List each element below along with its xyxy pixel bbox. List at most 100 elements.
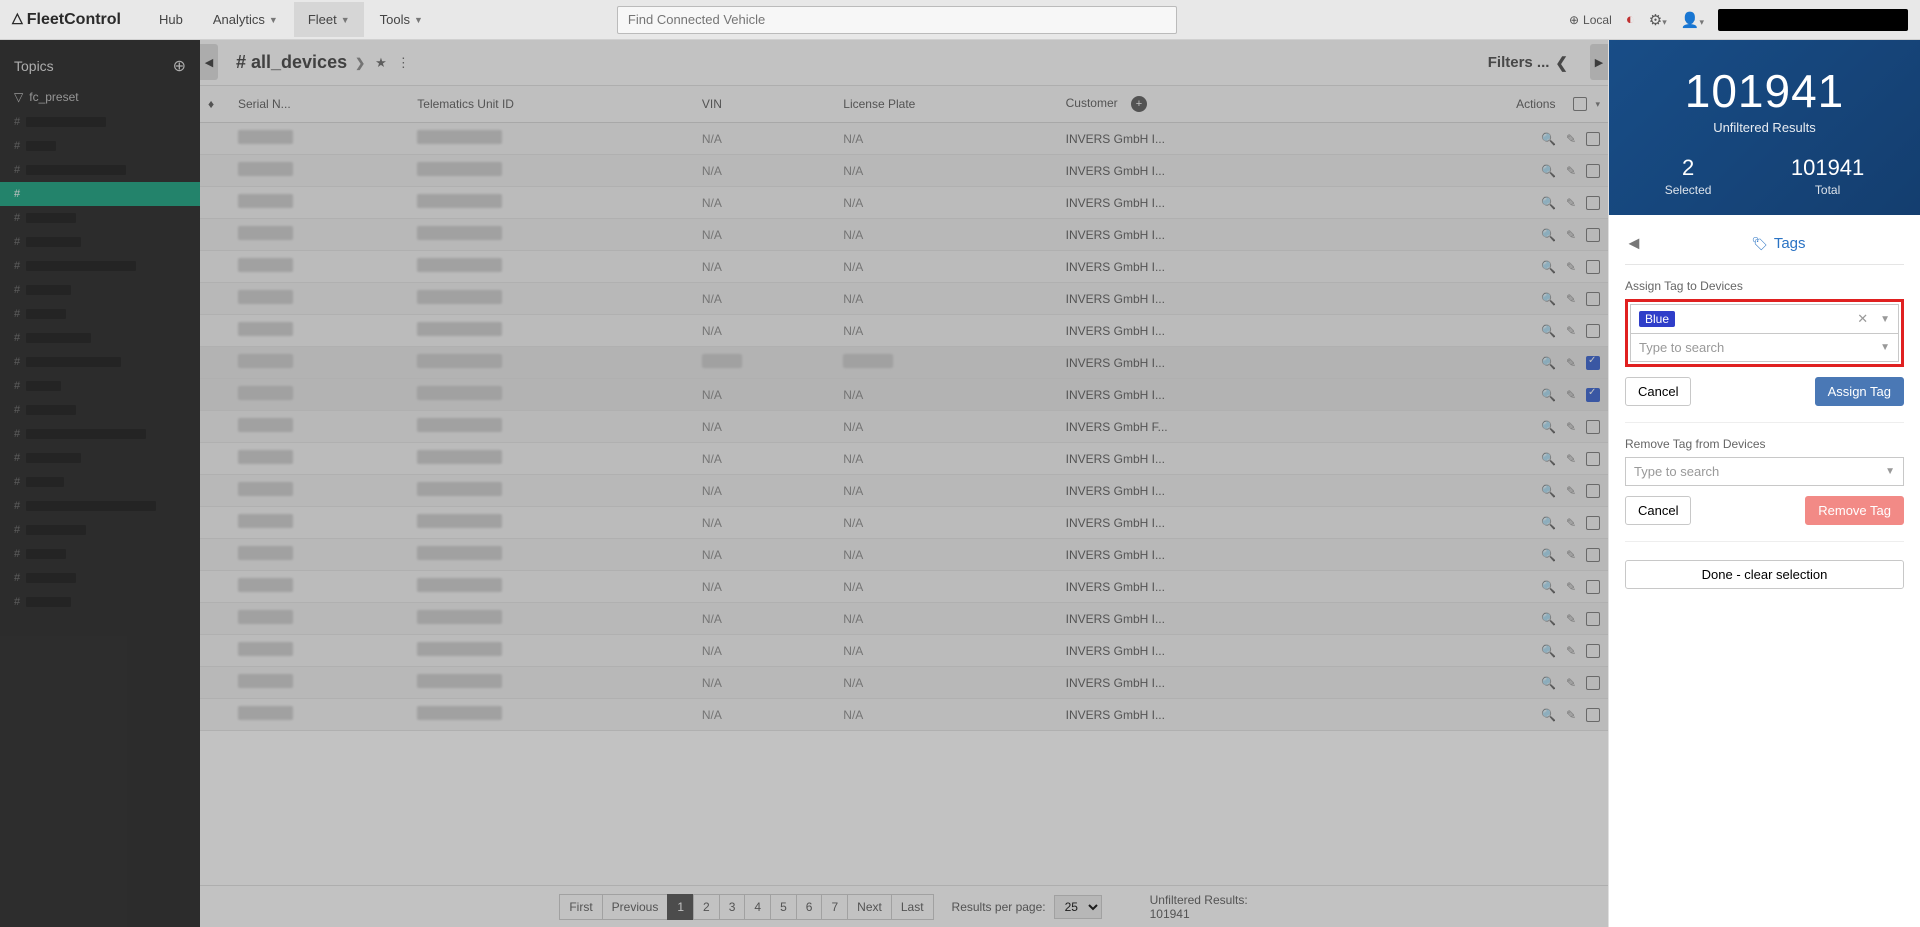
table-row[interactable]: N/AN/AINVERS GmbH I...🔍✎ [200, 251, 1608, 283]
row-edit-icon[interactable]: ✎ [1566, 452, 1576, 466]
sidebar-item[interactable]: # [0, 422, 200, 446]
row-search-icon[interactable]: 🔍 [1541, 548, 1556, 562]
th-sort[interactable]: ♦ [200, 86, 230, 123]
rpp-select[interactable]: 25 [1054, 895, 1102, 919]
row-search-icon[interactable]: 🔍 [1541, 580, 1556, 594]
sidebar-item[interactable]: # [0, 230, 200, 254]
row-edit-icon[interactable]: ✎ [1566, 356, 1576, 370]
table-row[interactable]: N/AN/AINVERS GmbH I...🔍✎ [200, 379, 1608, 411]
sidebar-item[interactable]: # [0, 326, 200, 350]
assign-cancel-button[interactable]: Cancel [1625, 377, 1691, 406]
sidebar-item[interactable]: # [0, 446, 200, 470]
sidebar-item[interactable]: # [0, 278, 200, 302]
row-edit-icon[interactable]: ✎ [1566, 420, 1576, 434]
table-row[interactable]: N/AN/AINVERS GmbH I...🔍✎ [200, 315, 1608, 347]
sidebar-item[interactable]: # [0, 518, 200, 542]
chevron-down-icon[interactable]: ▼ [1880, 314, 1890, 325]
sidebar-item[interactable]: # [0, 590, 200, 614]
row-search-icon[interactable]: 🔍 [1541, 676, 1556, 690]
row-edit-icon[interactable]: ✎ [1566, 708, 1576, 722]
page-5[interactable]: 5 [770, 894, 797, 920]
row-edit-icon[interactable]: ✎ [1566, 228, 1576, 242]
sidebar-item[interactable]: # [0, 254, 200, 278]
row-edit-icon[interactable]: ✎ [1566, 484, 1576, 498]
table-row[interactable]: N/AN/AINVERS GmbH I...🔍✎ [200, 123, 1608, 155]
row-search-icon[interactable]: 🔍 [1541, 516, 1556, 530]
table-row[interactable]: N/AN/AINVERS GmbH I...🔍✎ [200, 699, 1608, 731]
page-7[interactable]: 7 [821, 894, 848, 920]
row-checkbox[interactable] [1586, 388, 1600, 402]
expand-panel-button[interactable]: ▶ [1590, 44, 1608, 80]
row-checkbox[interactable] [1586, 164, 1600, 178]
row-edit-icon[interactable]: ✎ [1566, 516, 1576, 530]
sidebar-item[interactable]: # [0, 110, 200, 134]
collapse-sidebar-button[interactable]: ◀ [200, 44, 218, 80]
row-search-icon[interactable]: 🔍 [1541, 708, 1556, 722]
gear-icon[interactable]: ⚙▾ [1649, 11, 1667, 29]
remove-tag-button[interactable]: Remove Tag [1805, 496, 1904, 525]
th-telematics[interactable]: Telematics Unit ID [409, 86, 694, 123]
table-row[interactable]: N/AN/AINVERS GmbH I...🔍✎ [200, 475, 1608, 507]
row-edit-icon[interactable]: ✎ [1566, 676, 1576, 690]
nav-tools[interactable]: Tools▼ [366, 2, 437, 37]
sidebar-item[interactable]: # [0, 398, 200, 422]
remove-cancel-button[interactable]: Cancel [1625, 496, 1691, 525]
row-edit-icon[interactable]: ✎ [1566, 164, 1576, 178]
row-search-icon[interactable]: 🔍 [1541, 452, 1556, 466]
row-checkbox[interactable] [1586, 260, 1600, 274]
sidebar-item[interactable]: # [0, 470, 200, 494]
row-checkbox[interactable] [1586, 516, 1600, 530]
sidebar-item[interactable]: # [0, 374, 200, 398]
sidebar-item-preset[interactable]: ▽fc_preset [0, 84, 200, 110]
remove-tag-select[interactable]: Type to search ▼ [1625, 457, 1904, 486]
row-checkbox[interactable] [1586, 356, 1600, 370]
page-last[interactable]: Last [891, 894, 934, 920]
search-input[interactable] [617, 6, 1177, 34]
row-edit-icon[interactable]: ✎ [1566, 548, 1576, 562]
sidebar-item[interactable]: # [0, 206, 200, 230]
clear-icon[interactable]: ✕ [1857, 311, 1868, 327]
row-edit-icon[interactable]: ✎ [1566, 644, 1576, 658]
row-checkbox[interactable] [1586, 708, 1600, 722]
notification-icon[interactable]: ◐ [1626, 11, 1635, 28]
row-search-icon[interactable]: 🔍 [1541, 612, 1556, 626]
row-checkbox[interactable] [1586, 676, 1600, 690]
page-2[interactable]: 2 [693, 894, 720, 920]
row-checkbox[interactable] [1586, 612, 1600, 626]
back-arrow-icon[interactable]: ◄ [1625, 233, 1643, 254]
nav-fleet[interactable]: Fleet▼ [294, 2, 364, 37]
row-edit-icon[interactable]: ✎ [1566, 580, 1576, 594]
table-row[interactable]: N/AN/AINVERS GmbH I...🔍✎ [200, 283, 1608, 315]
table-row[interactable]: N/AN/AINVERS GmbH I...🔍✎ [200, 443, 1608, 475]
row-edit-icon[interactable]: ✎ [1566, 260, 1576, 274]
row-checkbox[interactable] [1586, 324, 1600, 338]
add-column-button[interactable]: + [1131, 96, 1147, 112]
th-serial[interactable]: Serial N... [230, 86, 409, 123]
sidebar-item[interactable]: # [0, 134, 200, 158]
user-icon[interactable]: 👤▾ [1681, 11, 1704, 29]
row-search-icon[interactable]: 🔍 [1541, 196, 1556, 210]
table-row[interactable]: N/AN/AINVERS GmbH I...🔍✎ [200, 571, 1608, 603]
table-row[interactable]: N/AN/AINVERS GmbH I...🔍✎ [200, 603, 1608, 635]
assign-search-input[interactable]: Type to search ▼ [1630, 334, 1899, 362]
sidebar-item[interactable]: # [0, 302, 200, 326]
row-edit-icon[interactable]: ✎ [1566, 388, 1576, 402]
sidebar-item[interactable]: # [0, 350, 200, 374]
tag-chip-blue[interactable]: Blue [1639, 311, 1675, 327]
table-row[interactable]: N/AN/AINVERS GmbH F...🔍✎ [200, 411, 1608, 443]
table-row[interactable]: N/AN/AINVERS GmbH I...🔍✎ [200, 539, 1608, 571]
table-row[interactable]: N/AN/AINVERS GmbH I...🔍✎ [200, 507, 1608, 539]
row-checkbox[interactable] [1586, 420, 1600, 434]
page-4[interactable]: 4 [744, 894, 771, 920]
done-clear-button[interactable]: Done - clear selection [1625, 560, 1904, 589]
row-checkbox[interactable] [1586, 580, 1600, 594]
sidebar-item[interactable]: # [0, 494, 200, 518]
row-checkbox[interactable] [1586, 228, 1600, 242]
row-search-icon[interactable]: 🔍 [1541, 356, 1556, 370]
select-all-checkbox[interactable] [1573, 97, 1587, 111]
th-vin[interactable]: VIN [694, 86, 835, 123]
add-topic-icon[interactable]: ⊕ [173, 56, 186, 76]
table-row[interactable]: N/AN/AINVERS GmbH I...🔍✎ [200, 155, 1608, 187]
row-edit-icon[interactable]: ✎ [1566, 196, 1576, 210]
page-1[interactable]: 1 [667, 894, 694, 920]
